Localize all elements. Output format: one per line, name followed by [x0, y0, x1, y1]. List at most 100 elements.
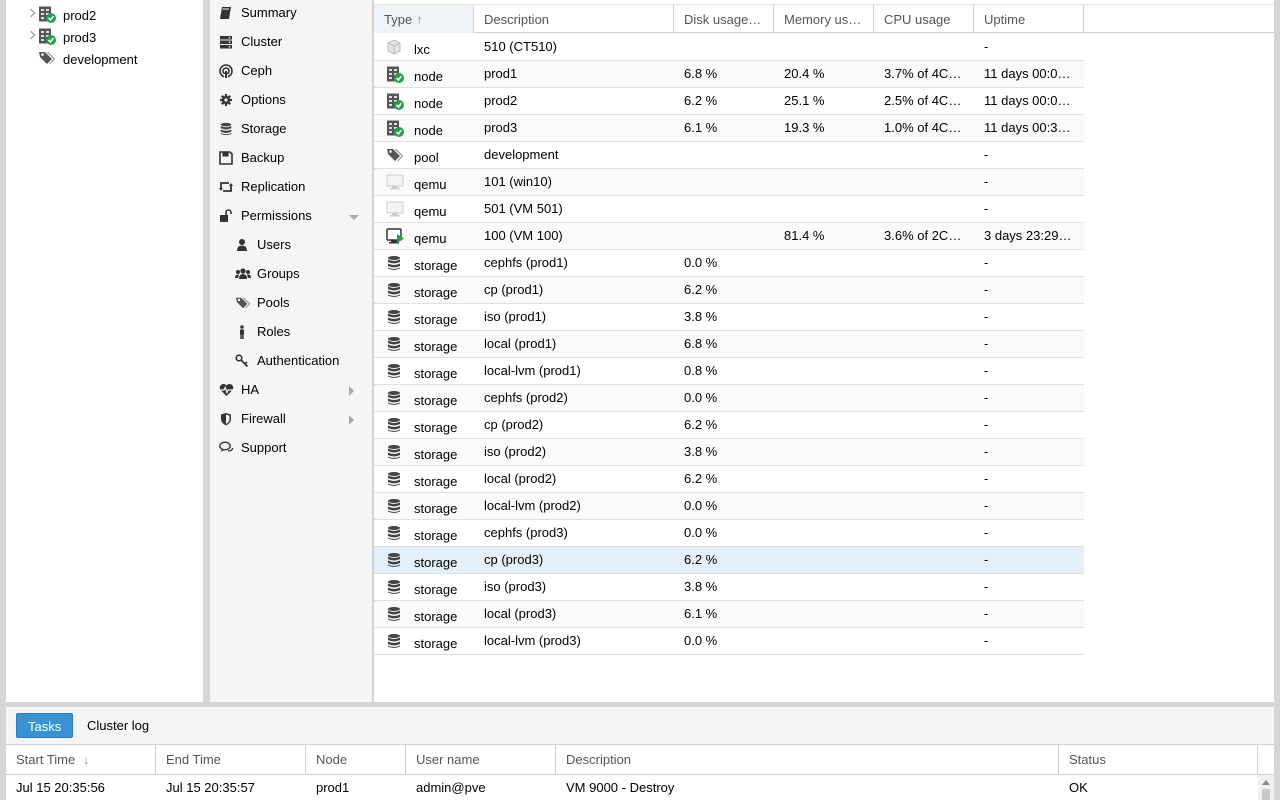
tab-cluster-log[interactable]: Cluster log: [76, 713, 160, 738]
table-row[interactable]: pool development -: [374, 142, 1084, 169]
menu-item-summary[interactable]: Summary: [210, 0, 373, 29]
menu-item-firewall[interactable]: Firewall: [210, 406, 373, 435]
unlock-icon: [219, 209, 233, 223]
menu-item-replication[interactable]: Replication: [210, 174, 373, 203]
cell-disk: [674, 34, 774, 60]
cell-memory: [774, 439, 874, 465]
table-row[interactable]: storage cp (prod2) 6.2 % -: [374, 412, 1084, 439]
table-row[interactable]: storage cephfs (prod1) 0.0 % -: [374, 250, 1084, 277]
node-online-icon: [38, 6, 56, 24]
cell-description: local (prod3): [484, 606, 557, 621]
tree-item-prod2[interactable]: prod2: [6, 4, 203, 26]
menu-item-authentication[interactable]: Authentication: [210, 348, 373, 377]
table-row[interactable]: storage cp (prod3) 6.2 % -: [374, 547, 1084, 574]
cell-disk: 6.2 %: [684, 282, 718, 297]
shield-icon: [219, 412, 233, 426]
cell-uptime: -: [984, 579, 989, 594]
cell-cpu: [874, 493, 974, 519]
column-cpu[interactable]: CPU usage: [874, 5, 974, 33]
cell-type: storage: [414, 555, 458, 570]
column-start-time-label: Start Time: [16, 752, 76, 767]
caret-right-icon: [349, 415, 354, 425]
cell-type: storage: [414, 393, 458, 408]
table-row[interactable]: storage local (prod1) 6.8 % -: [374, 331, 1084, 358]
cell-description: iso (prod3): [484, 579, 547, 594]
cell-memory: [774, 34, 874, 60]
tab-tasks[interactable]: Tasks: [16, 713, 74, 738]
table-row[interactable]: storage local-lvm (prod2) 0.0 % -: [374, 493, 1084, 520]
table-row[interactable]: qemu 501 (VM 501) -: [374, 196, 1084, 223]
column-memory[interactable]: Memory us…: [774, 5, 874, 33]
table-row[interactable]: storage iso (prod3) 3.8 % -: [374, 574, 1084, 601]
task-node: prod1: [316, 780, 350, 795]
column-type[interactable]: Type ↑: [374, 5, 474, 33]
column-label: Description: [484, 12, 550, 27]
cell-uptime: -: [984, 390, 989, 405]
menu-item-options[interactable]: Options: [210, 87, 373, 116]
cell-type: node: [414, 123, 443, 138]
table-row[interactable]: storage local-lvm (prod3) 0.0 % -: [374, 628, 1084, 655]
cell-uptime: 11 days 00:3…: [984, 120, 1071, 135]
table-row[interactable]: node prod2 6.2 % 25.1 % 2.5% of 4C… 11 days 0…: [374, 88, 1084, 115]
sort-down-icon: ↓: [82, 752, 90, 767]
column-label: Disk usage…: [684, 12, 762, 27]
cell-description: local (prod1): [484, 336, 557, 351]
table-row[interactable]: qemu 101 (win10) -: [374, 169, 1084, 196]
column-description[interactable]: Description: [474, 5, 674, 33]
table-row[interactable]: lxc 510 (CT510) -: [374, 34, 1084, 61]
cell-type: qemu: [414, 204, 447, 219]
column-label: Type: [384, 12, 413, 27]
table-row[interactable]: storage cp (prod1) 6.2 % -: [374, 277, 1084, 304]
menu-item-label: Replication: [241, 179, 306, 194]
menu-item-label: Permissions: [241, 208, 312, 223]
cell-uptime: -: [984, 444, 989, 459]
menu-item-label: Roles: [257, 324, 291, 339]
caret-right-icon: [349, 386, 354, 396]
menu-item-backup[interactable]: Backup: [210, 145, 373, 174]
task-user: admin@pve: [416, 780, 486, 795]
column-description[interactable]: Description: [556, 745, 1059, 775]
table-row[interactable]: storage cephfs (prod3) 0.0 % -: [374, 520, 1084, 547]
menu-item-roles[interactable]: Roles: [210, 319, 373, 348]
table-row[interactable]: node prod3 6.1 % 19.3 % 1.0% of 4C… 11 days 0…: [374, 115, 1084, 142]
menu-item-cluster[interactable]: Cluster: [210, 29, 373, 58]
table-row[interactable]: storage cephfs (prod2) 0.0 % -: [374, 385, 1084, 412]
table-row[interactable]: storage iso (prod2) 3.8 % -: [374, 439, 1084, 466]
task-scrollbar[interactable]: [1258, 775, 1274, 800]
table-row[interactable]: node prod1 6.8 % 20.4 % 3.7% of 4C… 11 days 0…: [374, 61, 1084, 88]
column-end-time[interactable]: End Time: [156, 745, 306, 775]
table-row[interactable]: storage local-lvm (prod1) 0.8 % -: [374, 358, 1084, 385]
cell-disk: 0.0 %: [684, 633, 718, 648]
menu-item-ceph[interactable]: Ceph: [210, 58, 373, 87]
tree-item-development[interactable]: development: [6, 48, 203, 70]
menu-item-support[interactable]: Support: [210, 435, 373, 464]
menu-item-permissions[interactable]: Permissions: [210, 203, 373, 232]
menu-item-storage[interactable]: Storage: [210, 116, 373, 145]
column-start-time[interactable]: Start Time ↓: [6, 745, 156, 775]
table-row[interactable]: qemu 100 (VM 100) 81.4 % 3.6% of 2C… 3 days …: [374, 223, 1084, 250]
column-disk[interactable]: Disk usage…: [674, 5, 774, 33]
table-row[interactable]: storage local (prod2) 6.2 % -: [374, 466, 1084, 493]
column-uptime[interactable]: Uptime: [974, 5, 1084, 33]
menu-item-users[interactable]: Users: [210, 232, 373, 261]
column-user-name[interactable]: User name: [406, 745, 556, 775]
column-status[interactable]: Status: [1059, 745, 1258, 775]
cell-type: storage: [414, 474, 458, 489]
menu-item-pools[interactable]: Pools: [210, 290, 373, 319]
server-icon: [219, 35, 233, 49]
menu-item-label: Ceph: [241, 63, 273, 78]
expand-icon[interactable]: [26, 8, 36, 18]
expand-icon[interactable]: [26, 30, 36, 40]
table-row[interactable]: storage local (prod3) 6.1 % -: [374, 601, 1084, 628]
cell-type: storage: [414, 501, 458, 516]
cell-type: storage: [414, 312, 458, 327]
menu-item-ha[interactable]: HA: [210, 377, 373, 406]
menu-item-groups[interactable]: Groups: [210, 261, 373, 290]
column-node[interactable]: Node: [306, 745, 406, 775]
cell-description: cp (prod1): [484, 282, 544, 297]
floppy-icon: [219, 151, 233, 165]
tree-item-prod3[interactable]: prod3: [6, 26, 203, 48]
table-row[interactable]: storage iso (prod1) 3.8 % -: [374, 304, 1084, 331]
table-row[interactable]: Jul 15 20:35:56 Jul 15 20:35:57 prod1 ad…: [6, 775, 1258, 800]
panel-splitter[interactable]: [618, 702, 662, 715]
